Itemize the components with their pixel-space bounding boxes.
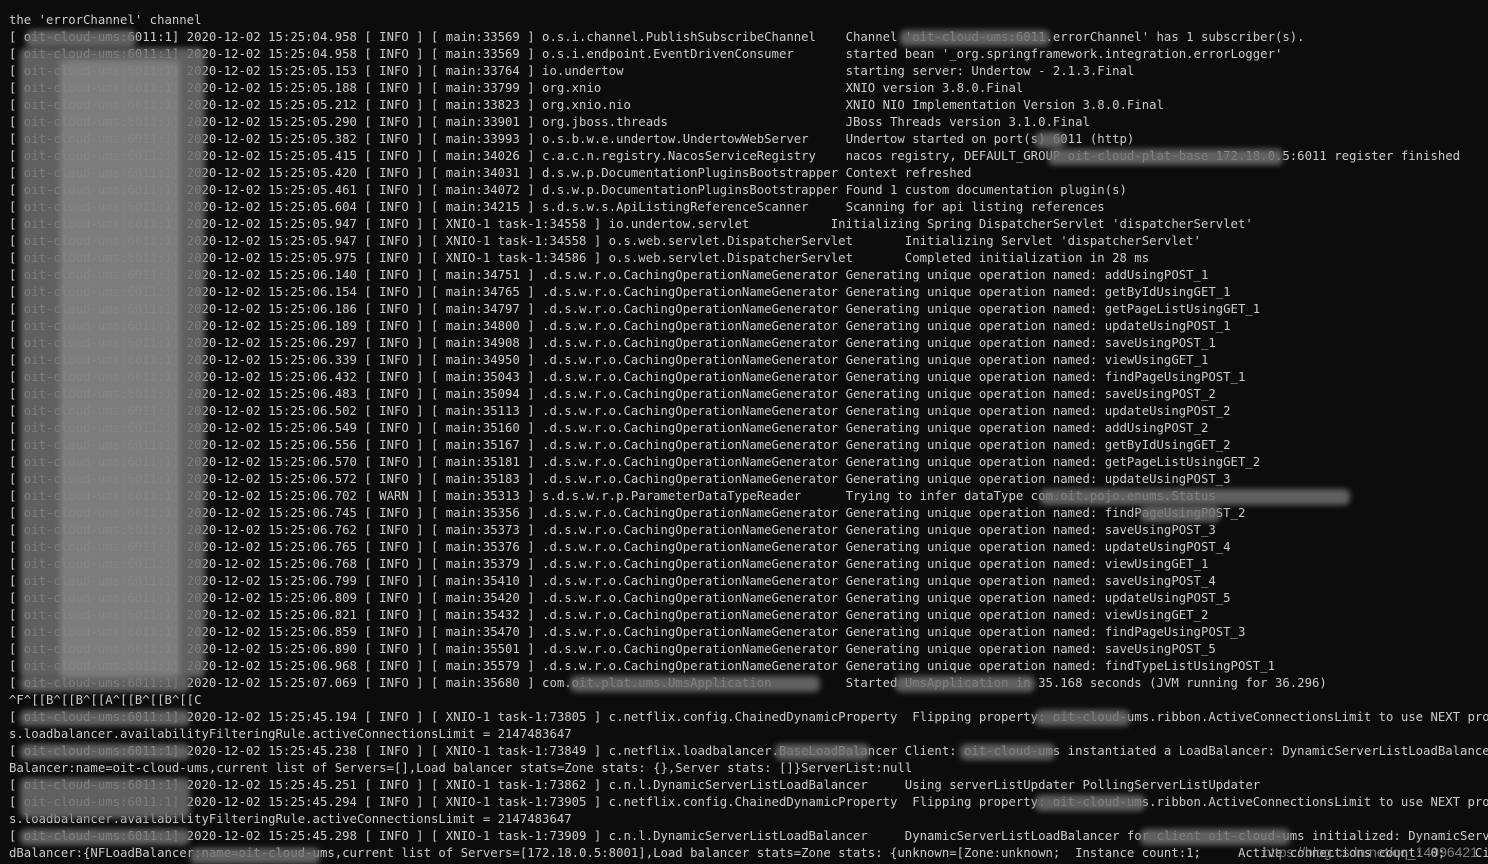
log-line: [ oit-cloud-ums:6011:1] 2020-12-02 15:25… [9, 234, 1201, 248]
redaction-blur [60, 60, 180, 680]
log-line: [ oit-cloud-ums:6011:1] 2020-12-02 15:25… [9, 778, 1261, 792]
log-line: s.loadbalancer.availabilityFilteringRule… [9, 812, 572, 826]
log-line: [ oit-cloud-ums:6011:1] 2020-12-02 15:25… [9, 353, 1209, 367]
log-line: [ oit-cloud-ums:6011:1] 2020-12-02 15:25… [9, 302, 1261, 316]
redaction-blur [900, 30, 1050, 46]
log-line: [ oit-cloud-ums:6011:1] 2020-12-02 15:25… [9, 659, 1275, 673]
log-line: [ oit-cloud-ums:6011:1] 2020-12-02 15:25… [9, 574, 1216, 588]
log-line: [ oit-cloud-ums:6011:1] 2020-12-02 15:25… [9, 370, 1246, 384]
log-line: [ oit-cloud-ums:6011:1] 2020-12-02 15:25… [9, 557, 1209, 571]
log-line: [ oit-cloud-ums:6011:1] 2020-12-02 15:25… [9, 132, 1135, 146]
terminal-window[interactable]: the 'errorChannel' channel [ oit-cloud-um… [0, 0, 1488, 864]
redaction-blur [26, 30, 136, 48]
log-line: [ oit-cloud-ums:6011:1] 2020-12-02 15:25… [9, 81, 1024, 95]
log-line: [ oit-cloud-ums:6011:1] 2020-12-02 15:25… [9, 285, 1231, 299]
log-line: [ oit-cloud-ums:6011:1] 2020-12-02 15:25… [9, 472, 1231, 486]
log-line: [ oit-cloud-ums:6011:1] 2020-12-02 15:25… [9, 183, 1127, 197]
redaction-blur [190, 848, 320, 864]
log-line: [ oit-cloud-ums:6011:1] 2020-12-02 15:25… [9, 404, 1231, 418]
log-line: [ oit-cloud-ums:6011:1] 2020-12-02 15:25… [9, 166, 972, 180]
log-line: ^F^[[B^[[B^[[A^[[B^[[B^[[C [9, 693, 202, 707]
log-line: [ oit-cloud-ums:6011:1] 2020-12-02 15:25… [9, 744, 1488, 758]
log-line: [ oit-cloud-ums:6011:1] 2020-12-02 15:25… [9, 455, 1261, 469]
redaction-blur [20, 778, 190, 818]
log-line: [ oit-cloud-ums:6011:1] 2020-12-02 15:25… [9, 438, 1231, 452]
log-line: [ oit-cloud-ums:6011:1] 2020-12-02 15:25… [9, 591, 1231, 605]
log-line: [ oit-cloud-ums:6011:1] 2020-12-02 15:25… [9, 540, 1231, 554]
log-line: [ oit-cloud-ums:6011:1] 2020-12-02 15:25… [9, 710, 1488, 724]
redaction-blur [1035, 132, 1065, 148]
redaction-blur [1035, 710, 1130, 726]
log-output: the 'errorChannel' channel [ oit-cloud-um… [9, 12, 1488, 862]
redaction-blur [570, 676, 820, 692]
redaction-blur [1140, 506, 1220, 522]
log-line: [ oit-cloud-ums:6011:1] 2020-12-02 15:25… [9, 47, 1283, 61]
log-line: [ oit-cloud-ums:6011:1] 2020-12-02 15:25… [9, 251, 1150, 265]
log-line: Balancer:name=oit-cloud-ums,current list… [9, 761, 913, 775]
log-line: [ oit-cloud-ums:6011:1] 2020-12-02 15:25… [9, 30, 1305, 44]
log-line: [ oit-cloud-ums:6011:1] 2020-12-02 15:25… [9, 268, 1209, 282]
redaction-blur [960, 744, 1055, 760]
log-line: [ oit-cloud-ums:6011:1] 2020-12-02 15:25… [9, 387, 1216, 401]
log-line: [ oit-cloud-ums:6011:1] 2020-12-02 15:25… [9, 625, 1246, 639]
log-line: [ oit-cloud-ums:6011:1] 2020-12-02 15:25… [9, 319, 1231, 333]
log-line: [ oit-cloud-ums:6011:1] 2020-12-02 15:25… [9, 608, 1209, 622]
redaction-blur [775, 744, 870, 760]
redaction-blur [1140, 829, 1290, 845]
redaction-blur [1040, 489, 1350, 505]
log-line: [ oit-cloud-ums:6011:1] 2020-12-02 15:25… [9, 115, 1090, 129]
log-line: [ oit-cloud-ums:6011:1] 2020-12-02 15:25… [9, 421, 1209, 435]
redaction-blur [20, 676, 190, 692]
redaction-blur [20, 744, 190, 760]
redaction-blur [895, 676, 1035, 692]
redaction-blur [20, 829, 190, 845]
redaction-blur [20, 710, 190, 726]
log-line: [ oit-cloud-ums:6011:1] 2020-12-02 15:25… [9, 217, 1253, 231]
redaction-blur [1035, 795, 1145, 811]
watermark: https://blog.csdn.net/qq_14996421 [1263, 844, 1478, 860]
log-line: [ oit-cloud-ums:6011:1] 2020-12-02 15:25… [9, 336, 1216, 350]
log-line: [ oit-cloud-ums:6011:1] 2020-12-02 15:25… [9, 64, 1135, 78]
redaction-blur [1048, 149, 1283, 165]
log-line: [ oit-cloud-ums:6011:1] 2020-12-02 15:25… [9, 200, 1105, 214]
log-line: [ oit-cloud-ums:6011:1] 2020-12-02 15:25… [9, 98, 1164, 112]
log-line: [ oit-cloud-ums:6011:1] 2020-12-02 15:25… [9, 795, 1488, 809]
log-line: s.loadbalancer.availabilityFilteringRule… [9, 727, 572, 741]
log-line: [ oit-cloud-ums:6011:1] 2020-12-02 15:25… [9, 642, 1216, 656]
log-line: [ oit-cloud-ums:6011:1] 2020-12-02 15:25… [9, 506, 1246, 520]
log-line: [ oit-cloud-ums:6011:1] 2020-12-02 15:25… [9, 523, 1216, 537]
log-line: the 'errorChannel' channel [9, 13, 202, 27]
